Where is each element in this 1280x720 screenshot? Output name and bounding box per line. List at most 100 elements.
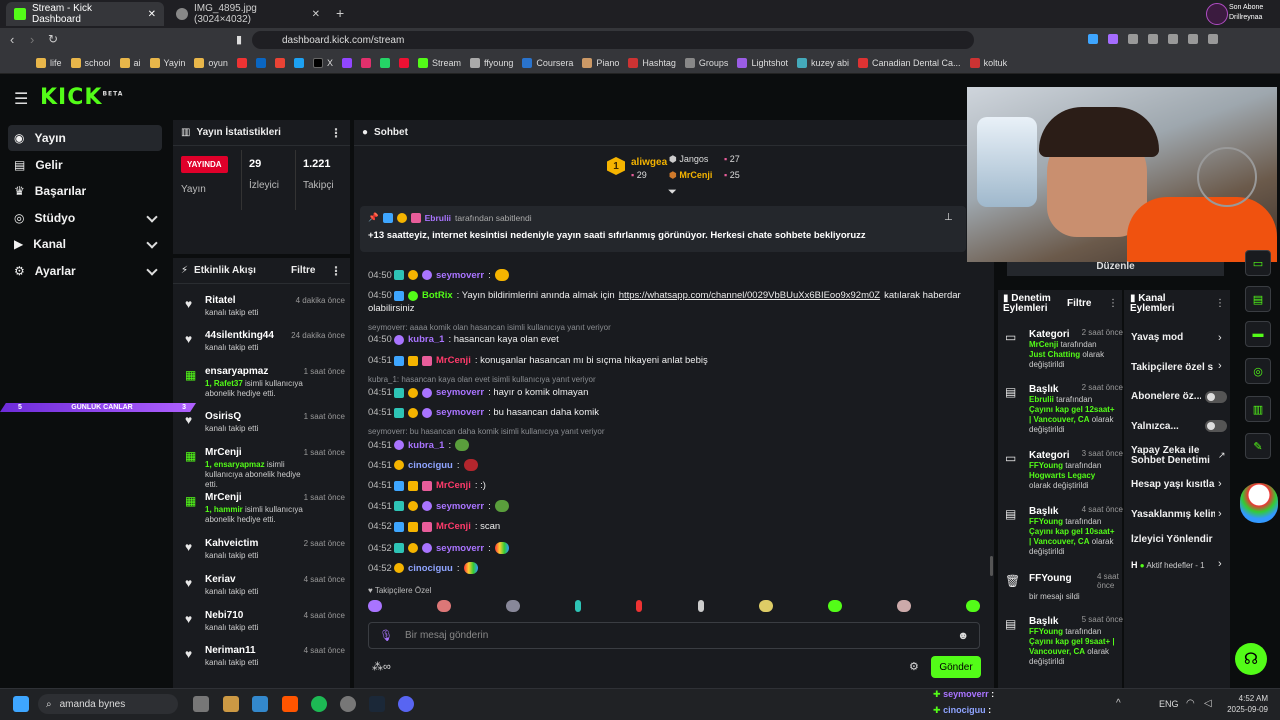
close-tab-icon[interactable]: ✕ — [148, 9, 156, 20]
help-fab-icon[interactable]: ☊ — [1235, 643, 1267, 675]
chevron-right-icon[interactable]: › — [1218, 332, 1222, 344]
send-button[interactable]: Gönder — [931, 656, 981, 678]
emote-icon[interactable] — [758, 600, 773, 612]
kick-logo[interactable]: KICKBETA — [40, 85, 123, 110]
network-icon[interactable]: ◠ — [1186, 698, 1195, 709]
files-icon[interactable] — [223, 696, 239, 712]
sidebar-item-ayarlar[interactable]: ⚙ Ayarlar — [8, 258, 162, 284]
subscribers-only-item[interactable]: Abonelere öz... — [1131, 391, 1201, 402]
whatsapp-link[interactable]: https://whatsapp.com/channel/0029VbBUuXx… — [619, 290, 880, 301]
bookmark-oyun[interactable]: oyun — [194, 57, 228, 68]
sidebar-item-basarilar[interactable]: ♛ Başarılar — [8, 178, 162, 204]
bookmark-ai[interactable]: ai — [119, 57, 141, 68]
instagram-icon[interactable] — [360, 57, 371, 68]
emoji-icon[interactable]: ☻ — [957, 630, 969, 642]
rail-tools-icon[interactable]: ✎ — [1245, 433, 1271, 459]
emote-only-item[interactable]: Yalnızca... — [1131, 421, 1201, 432]
bookmark-lightshot[interactable]: Lightshot — [737, 57, 788, 68]
bookmark-x[interactable]: X — [312, 57, 333, 68]
sidebar-item-studyo[interactable]: ◎ Stüdyo — [8, 205, 162, 231]
tray-chevron-icon[interactable]: ^ — [1116, 698, 1121, 709]
emote-icon[interactable] — [697, 600, 704, 612]
leader-name[interactable]: aliwgea — [631, 157, 667, 168]
sidebar-item-gelir[interactable]: ▤ Gelir — [8, 152, 162, 178]
volume-icon[interactable]: ◁ — [1204, 698, 1212, 709]
chevron-right-icon[interactable]: › — [1218, 478, 1222, 490]
chat-input[interactable]: 🎙 Bir mesaj gönderin ☻ — [368, 622, 980, 649]
sidebar-item-kanal[interactable]: ▶ Kanal — [8, 231, 162, 257]
bookmark-icon[interactable]: ▮ — [236, 33, 242, 46]
bookmark-koltuk[interactable]: koltuk — [969, 57, 1007, 68]
sidebar-item-yayin[interactable]: ◉ Yayın — [8, 125, 162, 151]
bookmark-icon[interactable] — [293, 57, 304, 68]
bookmark-groups[interactable]: Groups — [684, 57, 728, 68]
extension-icon[interactable] — [1128, 34, 1138, 44]
clock[interactable]: 4:52 AM 2025-09-09 — [1226, 693, 1268, 715]
tab-image[interactable]: IMG_4895.jpg (3024×4032) ✕ — [168, 2, 328, 26]
more-options-icon[interactable]: ⋮ — [1215, 298, 1225, 309]
bookmark-coursera[interactable]: Coursera — [522, 57, 573, 68]
bookmark-canadian-dental[interactable]: Canadian Dental Ca... — [858, 57, 961, 68]
linkedin-icon[interactable] — [255, 57, 266, 68]
hamburger-menu-icon[interactable]: ☰ — [14, 89, 28, 109]
back-icon[interactable]: ‹ — [10, 32, 14, 47]
emote-icon[interactable] — [636, 600, 643, 612]
close-tab-icon[interactable]: ✕ — [312, 9, 320, 20]
extension-icon[interactable] — [1088, 34, 1098, 44]
chat-settings-icon[interactable]: ⁂∞ — [372, 660, 391, 673]
windows-start-icon[interactable] — [13, 696, 29, 712]
url-input[interactable]: dashboard.kick.com/stream — [252, 31, 974, 49]
emote-icon[interactable] — [896, 600, 911, 612]
steam-icon[interactable] — [369, 696, 385, 712]
emote-icon[interactable] — [827, 600, 842, 612]
more-options-icon[interactable]: ⋮ — [1108, 298, 1118, 309]
more-options-icon[interactable]: ⋮ — [330, 126, 342, 140]
tab-kick-dashboard[interactable]: Stream - Kick Dashboard ✕ — [6, 2, 164, 26]
bookmark-hashtag[interactable]: Hashtag — [628, 57, 676, 68]
bookmark-school[interactable]: school — [70, 57, 111, 68]
extension-icon[interactable] — [1148, 34, 1158, 44]
bookmark-ffyoung[interactable]: ffyoung — [469, 57, 513, 68]
slow-mode-item[interactable]: Yavaş mod — [1131, 332, 1227, 343]
mod-filter-button[interactable]: Filtre — [1067, 298, 1091, 309]
chat-scrollbar[interactable] — [990, 556, 993, 576]
expand-leaderboard-icon[interactable]: ⏷ — [668, 186, 677, 199]
brave-icon[interactable] — [282, 696, 298, 712]
bookmark-life[interactable]: life — [36, 57, 62, 68]
menu-icon[interactable] — [1208, 34, 1218, 44]
microphone-icon[interactable]: 🎙 — [379, 629, 393, 642]
reload-icon[interactable]: ↻ — [48, 32, 58, 46]
followers-only-item[interactable]: Takipçilere özel so — [1131, 362, 1213, 373]
emote-icon[interactable] — [506, 600, 521, 612]
twitch-icon[interactable] — [341, 57, 352, 68]
bookmark-kuzey-abi[interactable]: kuzey abi — [796, 57, 849, 68]
forward-icon[interactable]: › — [30, 32, 34, 47]
filter-button[interactable]: Filtre — [291, 265, 315, 276]
obs-icon[interactable] — [340, 696, 356, 712]
wallet-icon[interactable] — [1188, 34, 1198, 44]
unpin-icon[interactable]: ⊥ — [944, 212, 953, 223]
rail-button[interactable]: ▭ — [1245, 250, 1271, 276]
banned-words-item[interactable]: Yasaklanmış kelim — [1131, 509, 1215, 520]
taskbar-search-input[interactable]: ⌕ amanda bynes — [38, 694, 178, 714]
gear-icon[interactable]: ⚙ — [909, 660, 919, 673]
active-goals-item[interactable]: H ● Aktif hedefler - 1 — [1131, 560, 1205, 570]
rail-notes-icon[interactable]: ▤ — [1245, 286, 1271, 312]
external-link-icon[interactable]: ↗ — [1218, 450, 1226, 461]
gmail-icon[interactable] — [274, 57, 285, 68]
subscribers-only-toggle[interactable] — [1205, 391, 1227, 403]
discord-icon[interactable] — [398, 696, 414, 712]
emote-icon[interactable] — [368, 600, 382, 612]
new-tab-icon[interactable]: + — [336, 5, 344, 21]
sidebar-icon[interactable] — [1168, 34, 1178, 44]
edit-button[interactable]: Düzenle — [1007, 262, 1224, 276]
avatar[interactable] — [1206, 3, 1228, 25]
emote-icon[interactable] — [575, 600, 582, 612]
photos-icon[interactable] — [252, 696, 268, 712]
bookmark-piano[interactable]: Piano — [582, 57, 619, 68]
extension-icon[interactable] — [1108, 34, 1118, 44]
rail-video-icon[interactable]: ▥ — [1245, 396, 1271, 422]
bookmark-yayin[interactable]: Yayin — [149, 57, 185, 68]
emote-only-toggle[interactable] — [1205, 420, 1227, 432]
ai-moderation-item[interactable]: Yapay Zeka ile Sohbet Denetimi — [1131, 446, 1215, 466]
